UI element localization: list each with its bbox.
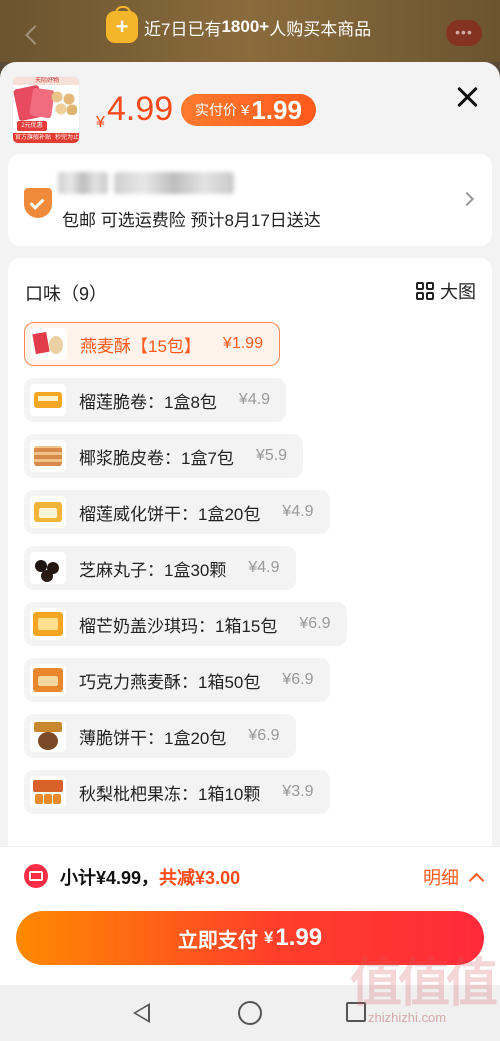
flavor-title: 口味（9） [25, 284, 108, 304]
choco-oat-thumb-icon [30, 664, 66, 696]
flavor-option[interactable]: 榴芒奶盖沙琪玛：1箱15包 ¥6.9 [24, 602, 347, 646]
flavor-option[interactable]: 秋梨枇杷果冻：1箱10颗 ¥3.9 [24, 770, 330, 814]
nav-home-icon[interactable] [238, 1001, 262, 1025]
toast-prefix: 近7日已有 [144, 19, 222, 39]
flavor-option[interactable]: 椰浆脆皮卷：1盒7包 ¥5.9 [24, 434, 304, 478]
sachima-thumb-icon [30, 608, 66, 640]
subtotal-text: 小计¥4.99，共减¥3.00 [60, 864, 240, 890]
durian-wafer-thumb-icon [30, 496, 66, 528]
real-price-currency: ¥ [241, 101, 250, 119]
pay-label: 立即支付 [177, 929, 258, 952]
nav-back-icon[interactable] [133, 1003, 150, 1023]
thumb-bottom-strip: 官方旗舰补贴 秒完为止 [13, 133, 79, 143]
real-price-label: 实付价 [195, 102, 237, 118]
redacted-name [58, 172, 108, 194]
pay-amount: 1.99 [275, 924, 323, 951]
grid-icon [416, 282, 434, 300]
pay-currency: ¥ [263, 928, 274, 947]
discount-total: 共减¥3.00 [159, 868, 241, 888]
background-back-icon [25, 25, 45, 45]
purchase-toast: + 近7日已有 1800+ 人购买本商品 [106, 6, 383, 44]
sesame-ball-thumb-icon [30, 552, 66, 584]
pear-jelly-thumb-icon [30, 776, 66, 808]
toast-suffix: 人购买本商品 [269, 19, 372, 39]
redacted-address [114, 172, 234, 194]
durian-roll-thumb-icon [30, 384, 66, 416]
flavor-option[interactable]: 燕麦酥【15包】 ¥1.99 [24, 322, 280, 366]
shopping-bag-icon: + [106, 6, 138, 43]
real-price-value: 1.99 [251, 94, 302, 125]
big-image-label: 大图 [440, 282, 476, 302]
detail-label: 明细 [423, 868, 459, 888]
coupon-icon [24, 864, 48, 888]
close-icon[interactable] [456, 86, 478, 108]
flavor-option[interactable]: 巧克力燕麦酥：1箱50包 ¥6.9 [24, 658, 330, 702]
subtotal: 小计¥4.99， [60, 868, 160, 888]
chevron-up-icon [468, 872, 485, 888]
flavor-option[interactable]: 榴莲威化饼干：1盒20包 ¥4.9 [24, 490, 330, 534]
flavor-option[interactable]: 薄脆饼干：1盒20包 ¥6.9 [24, 714, 296, 758]
thumb-tag: 2元优惠 [17, 121, 47, 131]
flavor-option[interactable]: 芝麻丸子：1盒30颗 ¥4.9 [24, 546, 296, 590]
oat-crisp-thumb-icon [31, 328, 67, 360]
shield-check-icon [24, 188, 52, 218]
product-price: 4.99 [107, 90, 174, 128]
big-image-toggle[interactable]: 大图 [416, 278, 476, 304]
product-thumbnail[interactable]: 天际好物 2元优惠 官方旗舰补贴 秒完为止 [12, 76, 80, 144]
shipping-info: 包邮 可选运费险 预计8月17日送达 [62, 211, 321, 230]
coconut-roll-thumb-icon [30, 440, 66, 472]
thumb-brand-text: 天际好物 [13, 77, 79, 85]
toast-count: 1800+ [221, 17, 270, 36]
thin-cracker-thumb-icon [30, 720, 66, 752]
detail-toggle[interactable]: 明细 [423, 864, 485, 890]
real-price-badge: 实付价 ¥ 1.99 [181, 94, 316, 126]
address-card[interactable]: 包邮 可选运费险 预计8月17日送达 [8, 154, 492, 246]
flavor-option[interactable]: 榴莲脆卷：1盒8包 ¥4.9 [24, 378, 287, 422]
price-currency: ¥ [96, 114, 105, 131]
chevron-right-icon [459, 191, 475, 207]
watermark-glyphs: 值值值 [350, 954, 498, 1014]
flavor-section: 口味（9） 大图 燕麦酥【15包】 ¥1.99 榴莲脆卷：1盒8包 ¥4.9 椰… [8, 258, 492, 908]
watermark: 值值值 zhizhizhi.com [350, 954, 498, 1032]
background-more-icon: ••• [446, 20, 482, 46]
product-header: 天际好物 2元优惠 官方旗舰补贴 秒完为止 ¥ 4.99 实付价 ¥ 1.99 [0, 62, 500, 150]
